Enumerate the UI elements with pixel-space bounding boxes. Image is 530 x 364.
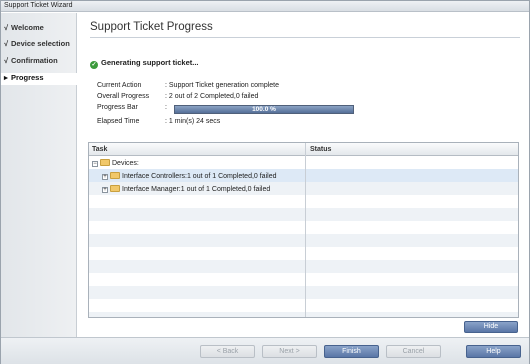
empty-row xyxy=(89,299,518,312)
expand-icon[interactable]: + xyxy=(102,174,108,180)
check-icon: √ xyxy=(4,56,9,65)
help-button[interactable]: Help xyxy=(466,345,521,358)
empty-row xyxy=(89,247,518,260)
wizard-footer: < Back Next > Finish Cancel Help xyxy=(1,337,529,364)
check-icon: √ xyxy=(4,23,9,32)
table-row[interactable]: − Devices: xyxy=(89,156,518,169)
folder-icon xyxy=(110,185,120,192)
main-panel: Support Ticket Progress ✓ Generating supp… xyxy=(78,13,529,337)
next-button[interactable]: Next > xyxy=(262,345,317,358)
table-header: Task Status xyxy=(89,143,518,156)
check-icon: √ xyxy=(4,39,9,48)
column-header-status[interactable]: Status xyxy=(310,146,331,153)
wizard-window: Support Ticket Wizard √ Welcome √ Device s… xyxy=(0,0,530,364)
empty-row xyxy=(89,260,518,273)
progress-bar: 100.0 % xyxy=(174,105,354,114)
finish-button[interactable]: Finish xyxy=(324,345,379,358)
table-row[interactable]: + Interface Manager:1 out of 1 Completed,… xyxy=(89,182,518,195)
task-cell: Interface Controllers:1 out of 1 Complet… xyxy=(122,173,277,180)
wizard-steps-sidebar: √ Welcome √ Device selection √ Confirmation… xyxy=(1,13,77,337)
task-cell: Devices: xyxy=(112,160,139,167)
window-title: Support Ticket Wizard xyxy=(4,2,73,9)
info-label: Current Action xyxy=(97,82,142,89)
expand-icon[interactable]: + xyxy=(102,187,108,193)
info-value: : Support Ticket generation complete xyxy=(165,82,280,89)
step-label: Welcome xyxy=(11,23,44,32)
info-value: : 1 min(s) 24 secs xyxy=(165,118,221,125)
empty-row xyxy=(89,286,518,299)
folder-icon xyxy=(100,159,110,166)
success-check-icon: ✓ xyxy=(90,61,98,69)
collapse-icon[interactable]: − xyxy=(92,161,98,167)
step-label: Device selection xyxy=(11,39,70,48)
tree-node-interface-manager: + Interface Manager:1 out of 1 Completed,… xyxy=(102,185,270,193)
title-bar: Support Ticket Wizard xyxy=(1,1,529,12)
empty-row xyxy=(89,234,518,247)
empty-row xyxy=(89,208,518,221)
status-heading-text: Generating support ticket... xyxy=(101,58,199,67)
page-title: Support Ticket Progress xyxy=(90,21,213,33)
back-button[interactable]: < Back xyxy=(200,345,255,358)
cancel-button[interactable]: Cancel xyxy=(386,345,441,358)
column-header-task[interactable]: Task xyxy=(92,146,107,153)
info-label: Progress Bar xyxy=(97,104,138,111)
info-value: : 2 out of 2 Completed,0 failed xyxy=(165,93,259,100)
folder-icon xyxy=(110,172,120,179)
arrow-right-icon: ▸ xyxy=(4,73,8,82)
empty-row xyxy=(89,195,518,208)
hide-button[interactable]: Hide xyxy=(464,321,518,333)
status-heading: ✓ Generating support ticket... xyxy=(90,58,199,69)
title-divider xyxy=(90,37,520,38)
tree-node-devices: − Devices: xyxy=(92,159,139,167)
task-table: Task Status − Devices: + Interface Control… xyxy=(88,142,519,318)
column-divider xyxy=(305,143,306,317)
empty-row xyxy=(89,312,518,317)
step-device-selection: √ Device selection xyxy=(4,39,70,51)
task-cell: Interface Manager:1 out of 1 Completed,0… xyxy=(122,186,271,193)
table-row[interactable]: + Interface Controllers:1 out of 1 Comple… xyxy=(89,169,518,182)
info-label: Elapsed Time xyxy=(97,118,140,125)
step-progress: ▸ Progress xyxy=(1,73,77,85)
tree-node-interface-controllers: + Interface Controllers:1 out of 1 Comple… xyxy=(102,172,276,180)
step-confirmation: √ Confirmation xyxy=(4,56,58,68)
progress-bar-text: 100.0 % xyxy=(252,106,276,113)
step-label: Confirmation xyxy=(11,56,58,65)
step-label: Progress xyxy=(11,73,44,82)
empty-row xyxy=(89,273,518,286)
info-label: Overall Progress xyxy=(97,93,150,100)
info-value: : xyxy=(165,104,167,111)
empty-row xyxy=(89,221,518,234)
step-welcome: √ Welcome xyxy=(4,23,44,35)
